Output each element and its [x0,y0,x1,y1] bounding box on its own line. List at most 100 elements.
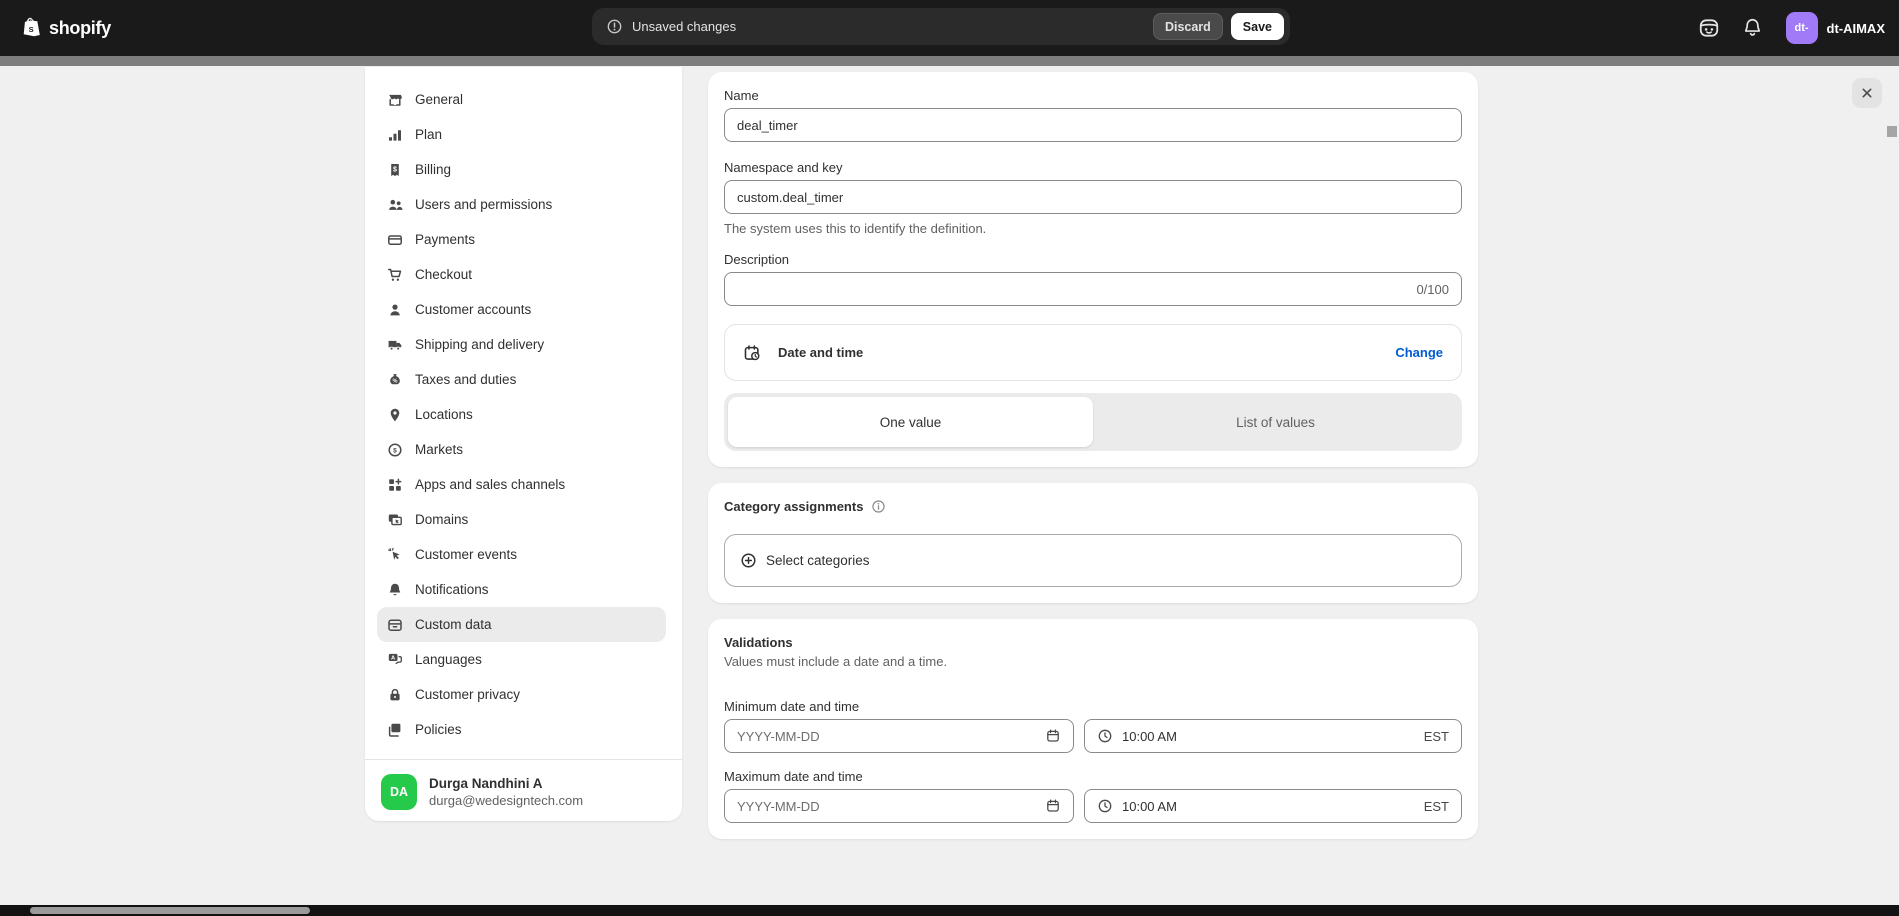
apps-icon [387,477,403,493]
close-settings-button[interactable] [1852,78,1882,108]
topbar-actions: dt- dt-AIMAX [1698,0,1886,56]
domains-icon [387,512,403,528]
description-input[interactable] [737,282,1408,297]
list-of-values-option[interactable]: List of values [1093,397,1458,447]
calendar-icon[interactable] [1045,798,1061,814]
select-categories-label: Select categories [766,553,870,568]
svg-text:$: $ [393,447,397,454]
definition-card: Name Namespace and key The system uses t… [708,72,1478,467]
info-icon[interactable] [871,499,886,514]
bell-icon [387,582,403,598]
unsaved-changes-message: Unsaved changes [632,19,1153,34]
date-time-type-icon [743,344,761,362]
cardinality-segmented-control: One value List of values [724,393,1462,451]
horizontal-scrollbar-track [0,905,1899,916]
translate-icon: A [387,652,403,668]
namespace-label: Namespace and key [724,160,1462,175]
sidebar-item-checkout[interactable]: Checkout [377,257,666,292]
sidebar-item-customer-events[interactable]: Customer events [377,537,666,572]
settings-sidebar: General Plan $ Billing Users and permiss… [365,67,682,821]
sidebar-item-billing[interactable]: $ Billing [377,152,666,187]
unsaved-changes-bar: Unsaved changes Discard Save [592,8,1290,45]
svg-text:%: % [393,378,398,384]
namespace-field-box [724,180,1462,214]
max-datetime-row: 10:00 AM EST [724,789,1462,823]
shopify-logo[interactable]: S shopify [22,17,111,39]
sidebar-item-domains[interactable]: Domains [377,502,666,537]
sidebar-item-notifications[interactable]: Notifications [377,572,666,607]
select-categories-button[interactable]: Select categories [724,534,1462,587]
svg-text:$: $ [393,166,397,173]
sidebar-item-users-and-permissions[interactable]: Users and permissions [377,187,666,222]
account-summary: DA Durga Nandhini A durga@wedesigntech.c… [365,760,682,810]
max-date-field-box [724,789,1074,823]
close-icon [1859,85,1875,101]
discard-button[interactable]: Discard [1153,13,1223,40]
account-name: Durga Nandhini A [429,776,583,791]
sidebar-item-languages[interactable]: A Languages [377,642,666,677]
billing-icon: $ [387,162,403,178]
save-button[interactable]: Save [1231,13,1284,40]
max-timezone-suffix: EST [1424,799,1449,814]
sidebar-item-custom-data[interactable]: Custom data [377,607,666,642]
settings-modal: General Plan $ Billing Users and permiss… [0,66,1899,916]
category-title-row: Category assignments [724,499,1462,514]
brand-wordmark: shopify [49,18,111,39]
clock-icon [1097,798,1113,814]
topbar: S shopify Unsaved changes Discard Save d… [0,0,1899,56]
min-date-field-box [724,719,1074,753]
namespace-input[interactable] [737,190,1449,205]
top-divider-band [0,56,1899,66]
validations-card: Validations Values must include a date a… [708,619,1478,839]
min-datetime-label: Minimum date and time [724,699,1462,714]
sidebar-item-shipping-and-delivery[interactable]: Shipping and delivery [377,327,666,362]
notifications-bell-icon[interactable] [1742,17,1764,39]
policies-icon [387,722,403,738]
calendar-icon[interactable] [1045,728,1061,744]
sidebar-item-customer-accounts[interactable]: Customer accounts [377,292,666,327]
cart-icon [387,267,403,283]
vertical-scrollbar-thumb[interactable] [1887,126,1897,137]
storefront-icon [387,92,403,108]
cursor-icon [387,547,403,563]
one-value-option[interactable]: One value [728,397,1093,447]
sidebar-item-payments[interactable]: Payments [377,222,666,257]
alert-circle-icon [606,18,623,35]
max-date-input[interactable] [737,799,1045,814]
max-time-field-box[interactable]: 10:00 AM EST [1084,789,1462,823]
metafield-definition-form: Name Namespace and key The system uses t… [708,72,1478,839]
min-datetime-row: 10:00 AM EST [724,719,1462,753]
shopify-settings-window: S shopify Unsaved changes Discard Save d… [0,0,1899,916]
sidebar-item-general[interactable]: General [377,82,666,117]
name-input[interactable] [737,118,1449,133]
assistant-icon[interactable] [1698,17,1720,39]
account-email: durga@wedesigntech.com [429,793,583,808]
min-time-value: 10:00 AM [1122,729,1416,744]
min-date-input[interactable] [737,729,1045,744]
max-time-value: 10:00 AM [1122,799,1416,814]
plus-circle-icon [740,552,757,569]
user-menu[interactable]: dt- dt-AIMAX [1786,12,1886,44]
sidebar-item-plan[interactable]: Plan [377,117,666,152]
category-assignments-title: Category assignments [724,499,863,514]
category-assignments-card: Category assignments Select categories [708,483,1478,603]
min-time-field-box[interactable]: 10:00 AM EST [1084,719,1462,753]
globe-icon: $ [387,442,403,458]
sidebar-item-markets[interactable]: $ Markets [377,432,666,467]
plan-icon [387,127,403,143]
change-type-link[interactable]: Change [1395,345,1443,360]
name-field-box [724,108,1462,142]
pin-icon [387,407,403,423]
horizontal-scrollbar-thumb[interactable] [30,907,310,914]
sidebar-item-policies[interactable]: Policies [377,712,666,747]
description-label: Description [724,252,1462,267]
description-field-box: 0/100 [724,272,1462,306]
sidebar-item-taxes-and-duties[interactable]: % Taxes and duties [377,362,666,397]
svg-text:S: S [29,25,34,34]
validations-subtitle: Values must include a date and a time. [724,654,1462,669]
sidebar-item-customer-privacy[interactable]: Customer privacy [377,677,666,712]
sidebar-item-locations[interactable]: Locations [377,397,666,432]
namespace-help-text: The system uses this to identify the def… [724,221,1462,236]
archive-icon [387,617,403,633]
sidebar-item-apps-and-sales-channels[interactable]: Apps and sales channels [377,467,666,502]
